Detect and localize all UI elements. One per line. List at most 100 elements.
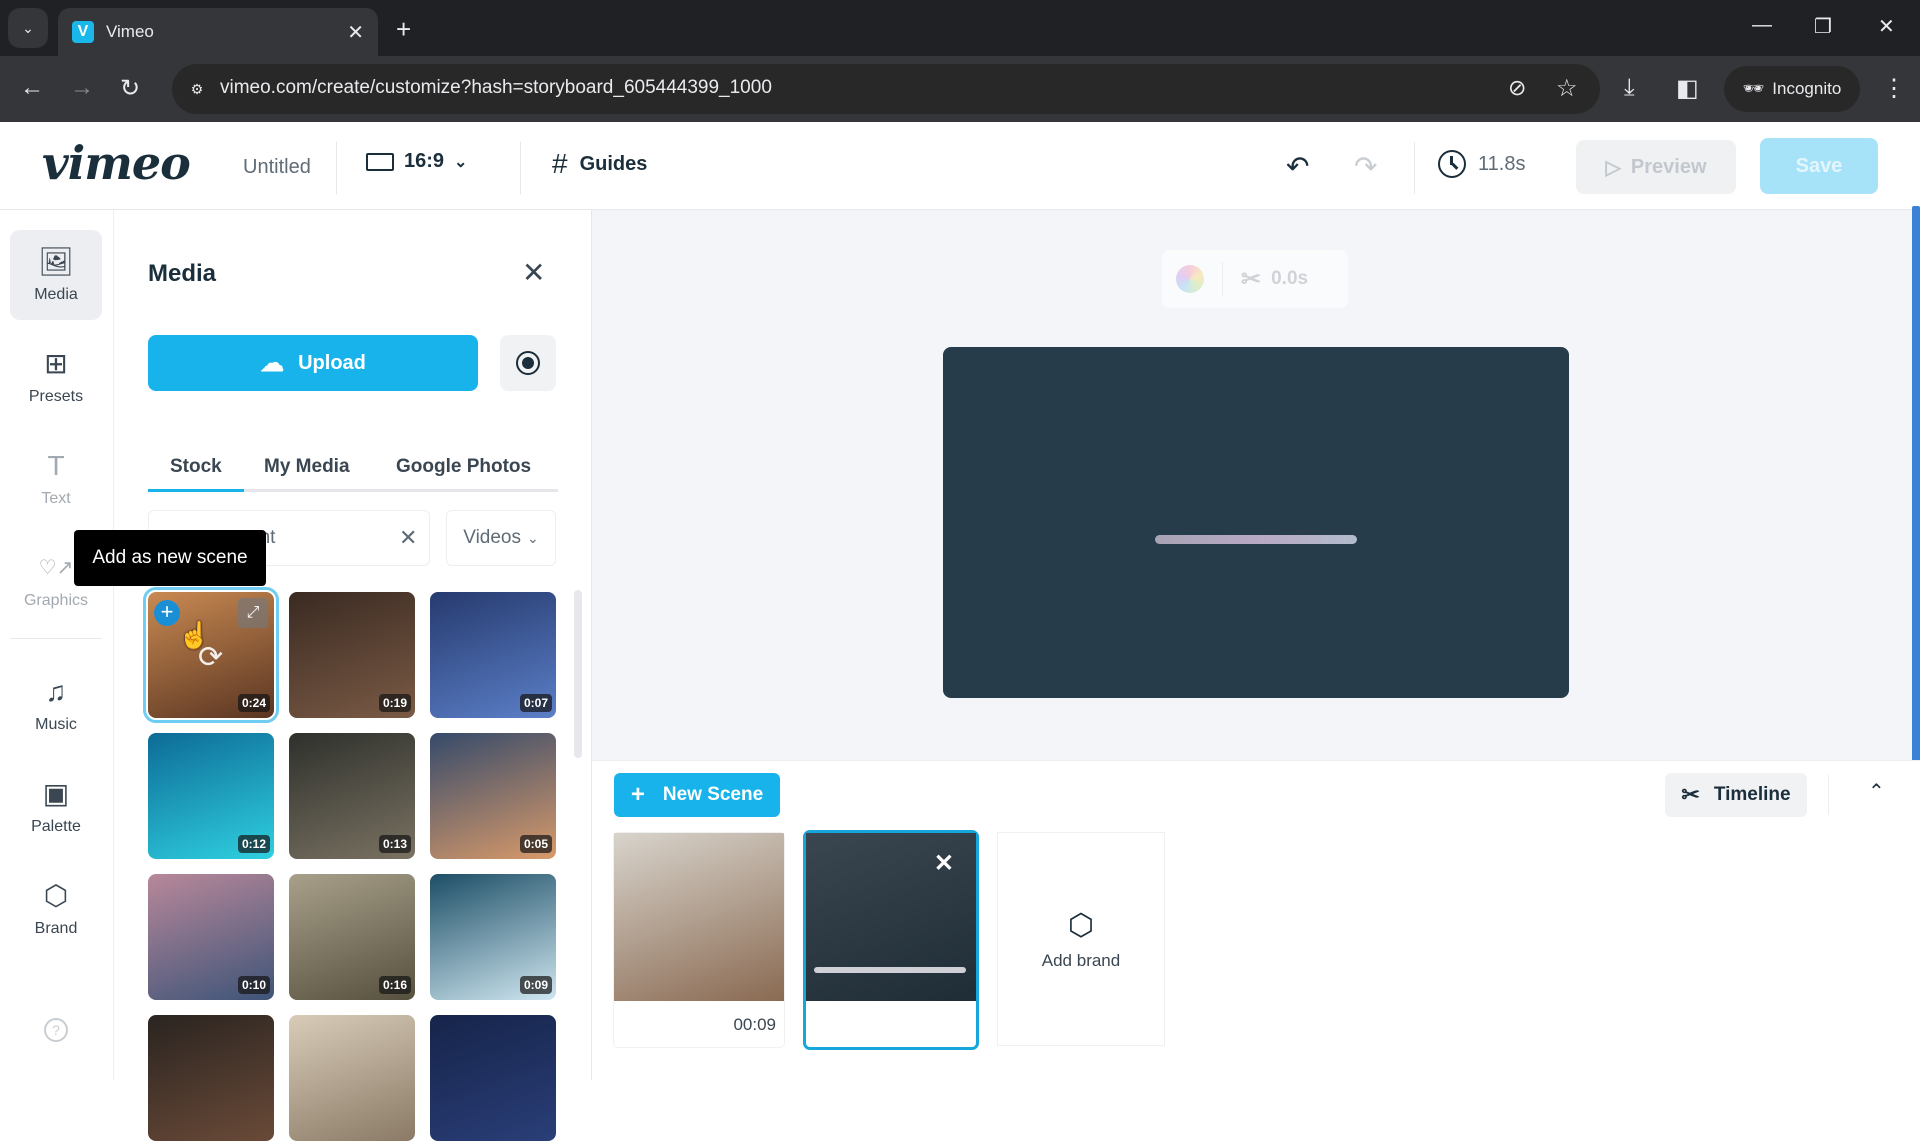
play-icon: ▷ <box>1605 156 1621 179</box>
stock-video-thumbnail[interactable]: 0:24 + ⤢ ⟳ ☝ <box>143 587 279 723</box>
new-scene-label: New Scene <box>662 784 764 805</box>
tab-google-photos[interactable]: Google Photos <box>396 456 531 478</box>
rail-label: Palette <box>31 818 81 835</box>
star-icon[interactable]: ☆ <box>1556 74 1578 103</box>
restore-icon[interactable]: ❐ <box>1814 14 1832 39</box>
guides-button[interactable]: # Guides <box>552 148 647 180</box>
stock-video-thumbnail[interactable]: 0:05 <box>430 733 556 859</box>
plus-icon: + <box>630 781 645 808</box>
stock-video-thumbnail[interactable]: 0:19 <box>289 592 415 718</box>
rail-item-palette[interactable]: ▣ Palette <box>10 762 102 852</box>
stock-video-thumbnail[interactable]: 0:16 <box>289 874 415 1000</box>
undo-icon[interactable]: ↶ <box>1286 150 1309 183</box>
grid-icon: ⊞ <box>44 348 68 379</box>
text-placeholder-bar[interactable] <box>1155 535 1357 544</box>
rail-item-media[interactable]: 🖼 Media <box>10 230 102 320</box>
palette-icon: ▣ <box>42 778 70 809</box>
divider <box>1414 142 1415 194</box>
download-icon[interactable]: ⤓ <box>1624 74 1635 102</box>
duration-value: 11.8s <box>1478 152 1526 175</box>
address-bar[interactable]: ⚙ vimeo.com/create/customize?hash=storyb… <box>172 64 1600 114</box>
media-type-select[interactable]: Videos ⌄ <box>446 510 556 566</box>
add-brand-label: Add brand <box>1041 950 1121 970</box>
cloud-upload-icon: ☁ <box>260 349 285 377</box>
save-button[interactable]: Save <box>1760 138 1878 194</box>
incognito-badge[interactable]: 🕶 Incognito <box>1724 66 1860 112</box>
preview-button[interactable]: ▷ Preview <box>1576 140 1736 194</box>
delete-scene-icon[interactable]: ✕ <box>934 849 954 878</box>
incognito-label: Incognito <box>1772 79 1842 98</box>
stock-video-thumbnail[interactable]: 0:13 <box>289 733 415 859</box>
panel-scrollbar[interactable] <box>574 590 582 758</box>
timeline-label: Timeline <box>1713 784 1791 805</box>
stock-video-thumbnail[interactable]: 0:10 <box>148 874 274 1000</box>
rail-label: Graphics <box>23 592 89 609</box>
hand-cursor-icon: ☝ <box>178 620 211 650</box>
browser-tab[interactable]: V Vimeo ✕ <box>58 8 378 56</box>
document-title[interactable]: Untitled <box>243 156 311 179</box>
minimize-icon[interactable]: — <box>1752 14 1772 37</box>
stock-video-thumbnail[interactable] <box>289 1015 415 1141</box>
trim-button[interactable]: ✂ 0.0s <box>1241 265 1308 294</box>
rail-item-text[interactable]: T Text <box>10 434 102 524</box>
side-panel-icon[interactable]: ◧ <box>1676 74 1699 103</box>
aspect-ratio-select[interactable]: 16:9 ⌄ <box>366 150 467 173</box>
scene-canvas[interactable] <box>943 347 1569 698</box>
stock-video-thumbnail[interactable]: 0:09 <box>430 874 556 1000</box>
brand-icon: ⬡ <box>1067 908 1095 942</box>
stock-video-thumbnail[interactable]: 0:12 <box>148 733 274 859</box>
new-scene-button[interactable]: + New Scene <box>614 773 780 817</box>
chevron-down-icon: ⌄ <box>527 529 539 546</box>
reload-icon[interactable]: ↻ <box>120 74 140 103</box>
back-icon[interactable]: ← <box>20 74 44 102</box>
image-icon: 🖼 <box>38 246 74 277</box>
scissors-icon: ✂ <box>1681 782 1700 807</box>
upload-button[interactable]: ☁ Upload <box>148 335 478 391</box>
app-header: vimeo Untitled 16:9 ⌄ # Guides ↶ ↷ 11.8s… <box>0 122 1920 210</box>
rail-item-brand[interactable]: ⬡ Brand <box>10 864 102 954</box>
rail-item-music[interactable]: ♫ Music <box>10 660 102 750</box>
chevron-down-icon: ⌄ <box>454 153 468 171</box>
site-info-icon[interactable]: ⚙ <box>186 78 208 100</box>
color-wheel-icon[interactable] <box>1176 265 1204 293</box>
video-duration-badge: 0:07 <box>519 694 552 712</box>
chevron-up-icon[interactable]: ⌃ <box>1868 779 1885 804</box>
add-scene-icon[interactable]: + <box>154 600 180 626</box>
timeline-button[interactable]: ✂ Timeline <box>1665 773 1807 817</box>
stock-video-thumbnail[interactable]: 0:07 <box>430 592 556 718</box>
url-text[interactable]: vimeo.com/create/customize?hash=storyboa… <box>220 77 772 99</box>
media-tabs: Stock My Media Google Photos <box>148 442 558 492</box>
vimeo-logo[interactable]: vimeo <box>42 136 191 190</box>
tool-rail: 🖼 Media ⊞ Presets T Text ♡↗ Graphics ♫ M… <box>0 210 114 1080</box>
forward-icon[interactable]: → <box>70 74 94 102</box>
divider <box>336 142 337 194</box>
tab-search-icon[interactable]: ⌄ <box>8 8 48 48</box>
expand-icon[interactable]: ⤢ <box>238 598 268 628</box>
record-button[interactable] <box>500 335 556 391</box>
close-tab-icon[interactable]: ✕ <box>347 20 364 45</box>
tab-stock[interactable]: Stock <box>170 456 222 478</box>
aspect-ratio-value: 16:9 <box>404 150 445 172</box>
redo-icon[interactable]: ↷ <box>1354 150 1377 183</box>
video-duration-badge: 0:19 <box>378 694 411 712</box>
close-icon[interactable]: ✕ <box>522 256 545 289</box>
video-duration-badge: 0:13 <box>378 835 411 853</box>
stock-video-thumbnail[interactable] <box>430 1015 556 1141</box>
help-icon[interactable]: ? <box>44 1018 68 1042</box>
tab-my-media[interactable]: My Media <box>264 456 350 478</box>
eye-off-icon[interactable]: ⊘ <box>1508 75 1526 101</box>
close-window-icon[interactable]: ✕ <box>1878 14 1895 39</box>
menu-icon[interactable]: ⋮ <box>1882 74 1906 103</box>
scene-strip: + New Scene ✂ Timeline ⌃ 00:09 ✕ ⬡ Add b… <box>592 760 1920 1080</box>
rail-divider <box>10 638 102 639</box>
panel-title: Media <box>148 260 217 287</box>
add-brand-card[interactable]: ⬡ Add brand <box>998 833 1164 1045</box>
browser-toolbar: ← → ↻ ⚙ vimeo.com/create/customize?hash=… <box>0 56 1920 122</box>
scene-card-active[interactable]: ✕ <box>803 830 979 1050</box>
new-tab-icon[interactable]: + <box>396 14 411 45</box>
clear-search-icon[interactable]: ✕ <box>399 525 417 551</box>
stock-video-thumbnail[interactable] <box>148 1015 274 1141</box>
scissors-icon: ✂ <box>1241 265 1262 293</box>
rail-item-presets[interactable]: ⊞ Presets <box>10 332 102 422</box>
scene-card[interactable]: 00:09 <box>614 833 784 1047</box>
